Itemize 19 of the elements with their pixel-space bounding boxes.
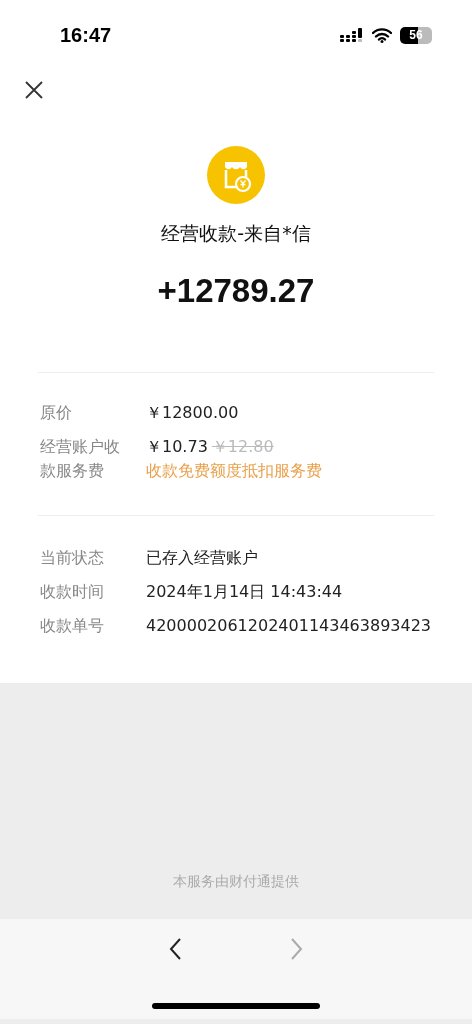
- field-value: 已存入经营账户: [146, 547, 259, 569]
- field-label: 当前状态: [40, 547, 105, 569]
- fee-note: 收款免费额度抵扣服务费: [146, 460, 323, 482]
- field-value: 4200002061202401143463893423: [146, 615, 432, 637]
- signal-icon: [340, 27, 364, 43]
- wifi-icon: [372, 27, 392, 43]
- original-fee: ￥12.80: [211, 436, 274, 458]
- fee-value: ￥10.73: [146, 436, 208, 458]
- field-label: 原价: [40, 402, 73, 424]
- field-value: ￥12800.00: [146, 402, 240, 424]
- provider-note: 本服务由财付通提供: [173, 873, 299, 891]
- clock-time: 16:47: [60, 23, 112, 47]
- field-label: 经营账户收款服务费: [40, 436, 121, 482]
- amount-text: +12789.27: [157, 272, 315, 310]
- shop-icon: [207, 146, 265, 204]
- field-label: 收款单号: [40, 615, 105, 637]
- transaction-title: 经营收款-来自*信: [161, 221, 311, 246]
- field-label: 收款时间: [40, 581, 105, 603]
- field-value: 2024年1月14日 14:43:44: [146, 581, 344, 603]
